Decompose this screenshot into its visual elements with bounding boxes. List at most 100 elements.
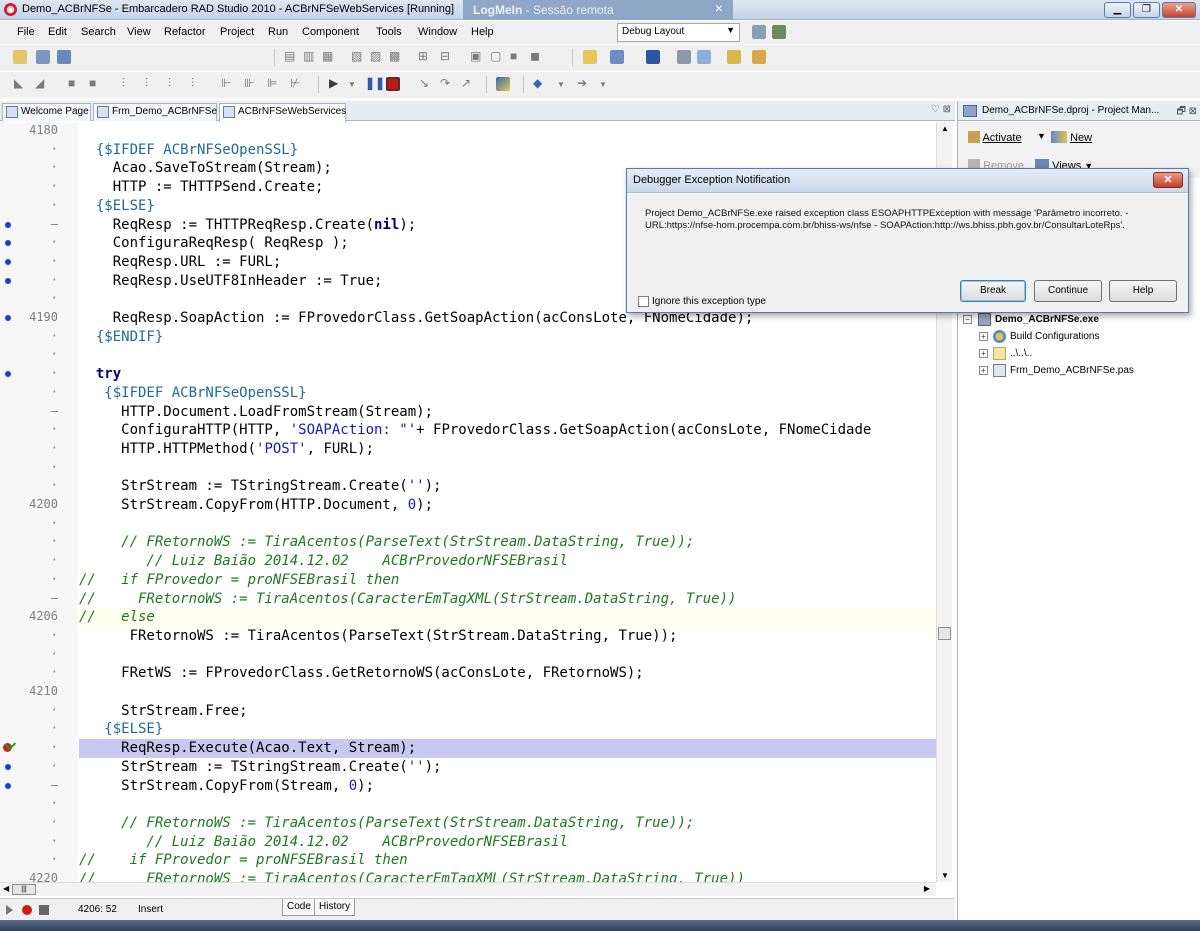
code-line[interactable]: {$IFDEF ACBrNFSeOpenSSL}	[79, 384, 936, 403]
gutter-line[interactable]: ·	[0, 720, 78, 739]
gutter-line[interactable]: ·	[0, 178, 78, 197]
component-palette-icon[interactable]	[496, 77, 510, 91]
gutter-line[interactable]: ·	[0, 272, 78, 291]
set-layout-icon[interactable]	[772, 25, 786, 39]
code-line[interactable]: ReqResp.Execute(Acao.Text, Stream);	[79, 739, 936, 758]
horizontal-scrollbar[interactable]: ◀ ||| ▶	[0, 882, 936, 896]
tab-webservices[interactable]: ACBrNFSeWebServices	[219, 103, 346, 122]
tree-item-frm-demo[interactable]: + Frm_Demo_ACBrNFSe.pas	[958, 363, 1200, 380]
menu-search[interactable]: Search	[81, 26, 116, 38]
code-line[interactable]	[79, 122, 936, 141]
code-line[interactable]	[79, 459, 936, 478]
code-line[interactable]: // Luiz Baião 2014.12.02 ACBrProvedorNFS…	[79, 552, 936, 571]
open-file-icon[interactable]	[583, 50, 597, 64]
save-layout-icon[interactable]	[752, 25, 766, 39]
gutter-line[interactable]: ·	[0, 253, 78, 272]
code-line[interactable]: {$IFDEF ACBrNFSeOpenSSL}	[79, 141, 936, 160]
gutter-line[interactable]: ·	[0, 440, 78, 459]
back-dropdown-icon[interactable]: ▼	[557, 80, 565, 89]
executable-line-icon[interactable]	[5, 221, 11, 228]
code-line[interactable]: // FRetornoWS := TiraAcentos(CaracterEmT…	[79, 590, 936, 609]
code-line[interactable]	[79, 346, 936, 365]
expand-icon[interactable]: +	[979, 349, 988, 358]
gutter-line[interactable]: 4206	[0, 608, 78, 627]
align-right-icon[interactable]: ▦	[322, 49, 333, 63]
lock-controls-icon[interactable]: ⊬	[290, 76, 300, 90]
code-line[interactable]: StrStream.CopyFrom(Stream, 0);	[79, 777, 936, 796]
align-top-icon[interactable]: ▧	[351, 49, 362, 63]
gutter-line[interactable]: ·	[0, 159, 78, 178]
scroll-right-icon[interactable]: ▶	[924, 884, 930, 893]
component-icon[interactable]	[677, 50, 691, 64]
code-line[interactable]	[79, 515, 936, 534]
gutter-line[interactable]: ·	[0, 234, 78, 253]
view-unit-icon[interactable]	[697, 50, 711, 64]
code-line[interactable]: // Luiz Baião 2014.12.02 ACBrProvedorNFS…	[79, 833, 936, 852]
bring-front-icon[interactable]: ■	[510, 49, 517, 63]
help-button[interactable]: Help	[1109, 280, 1177, 302]
gutter-line[interactable]: –	[0, 216, 78, 235]
gutter-line[interactable]: ·	[0, 515, 78, 534]
code-line[interactable]	[79, 683, 936, 702]
export-icon[interactable]	[727, 50, 741, 64]
gutter-line[interactable]: ·	[0, 646, 78, 665]
tree-item-build-configurations[interactable]: + Build Configurations	[958, 329, 1200, 346]
expand-icon[interactable]: +	[979, 366, 988, 375]
gutter-line[interactable]: ·	[0, 795, 78, 814]
gutter-line[interactable]: ·	[0, 384, 78, 403]
code-line[interactable]: StrStream := TStringStream.Create('');	[79, 758, 936, 777]
menu-run[interactable]: Run	[268, 26, 288, 38]
align-left-icon[interactable]: ▤	[284, 49, 295, 63]
pin-close-icons[interactable]: 🗗 ⊠	[1176, 104, 1197, 121]
send-back-icon[interactable]: ◼	[530, 49, 540, 63]
activate-dropdown-icon[interactable]: ▼	[1037, 131, 1046, 141]
record-macro-icon[interactable]	[22, 905, 32, 915]
editor-tab-controls[interactable]: ♡ ⊠	[931, 104, 951, 115]
gutter-line[interactable]: ·	[0, 459, 78, 478]
logmein-banner[interactable]: LogMeIn - Sessão remota ×	[463, 0, 733, 20]
executable-line-icon[interactable]	[5, 371, 11, 378]
code-line[interactable]: FRetornoWS := TiraAcentos(ParseText(StrS…	[79, 627, 936, 646]
code-line[interactable]: {$ENDIF}	[79, 328, 936, 347]
align-middle-icon[interactable]: ▨	[370, 49, 381, 63]
code-line[interactable]	[79, 795, 936, 814]
save-icon[interactable]	[646, 50, 660, 64]
code-line[interactable]: ConfiguraHTTP(HTTP, 'SOAPAction: "'+ FPr…	[79, 421, 936, 440]
gutter-line[interactable]: ·	[0, 702, 78, 721]
gutter-line[interactable]: 4180	[0, 122, 78, 141]
stop-icon[interactable]	[386, 77, 400, 91]
logmein-close-icon[interactable]: ×	[715, 0, 723, 16]
gutter-line[interactable]: –	[0, 403, 78, 422]
activate-button[interactable]: Activate	[968, 131, 1022, 144]
scroll-thumb[interactable]	[938, 627, 951, 640]
unit-icon[interactable]: ■	[89, 76, 96, 90]
code-line[interactable]: // if FProvedor = proNFSEBrasil then	[79, 571, 936, 590]
tab-frm-demo[interactable]: Frm_Demo_ACBrNFSe	[93, 103, 217, 121]
gutter-line[interactable]: ·	[0, 833, 78, 852]
executable-line-icon[interactable]	[5, 258, 11, 265]
scroll-left-icon[interactable]: ◀	[3, 884, 9, 893]
gutter-line[interactable]: ·	[0, 365, 78, 384]
gutter-line[interactable]: ·	[0, 758, 78, 777]
code-line[interactable]: // FRetornoWS := TiraAcentos(ParseText(S…	[79, 814, 936, 833]
code-line[interactable]: // FRetornoWS := TiraAcentos(ParseText(S…	[79, 533, 936, 552]
gutter-line[interactable]: 4200	[0, 496, 78, 515]
gutter-line[interactable]: ·	[0, 851, 78, 870]
forward-dropdown-icon[interactable]: ▼	[599, 80, 607, 89]
gutter-line[interactable]: ·	[0, 197, 78, 216]
gutter-line[interactable]: ·	[0, 290, 78, 309]
open-project-icon[interactable]	[36, 50, 50, 64]
tab-code[interactable]: Code	[282, 899, 316, 916]
continue-button[interactable]: Continue	[1034, 280, 1102, 302]
gutter-line[interactable]: ·	[0, 552, 78, 571]
gutter-line[interactable]: ·	[0, 664, 78, 683]
gutter-line[interactable]: ·	[0, 814, 78, 833]
code-line[interactable]: FRetWS := FProvedorClass.GetRetornoWS(ac…	[79, 664, 936, 683]
run-to-cursor-icon[interactable]: ↗	[461, 76, 471, 90]
form-icon[interactable]: ■	[68, 76, 75, 90]
dialog-close-button[interactable]: ✕	[1153, 172, 1183, 188]
menu-view[interactable]: View	[127, 26, 151, 38]
import-icon[interactable]	[752, 50, 766, 64]
gutter-line[interactable]: ·	[0, 477, 78, 496]
gutter-line[interactable]: ·	[0, 571, 78, 590]
